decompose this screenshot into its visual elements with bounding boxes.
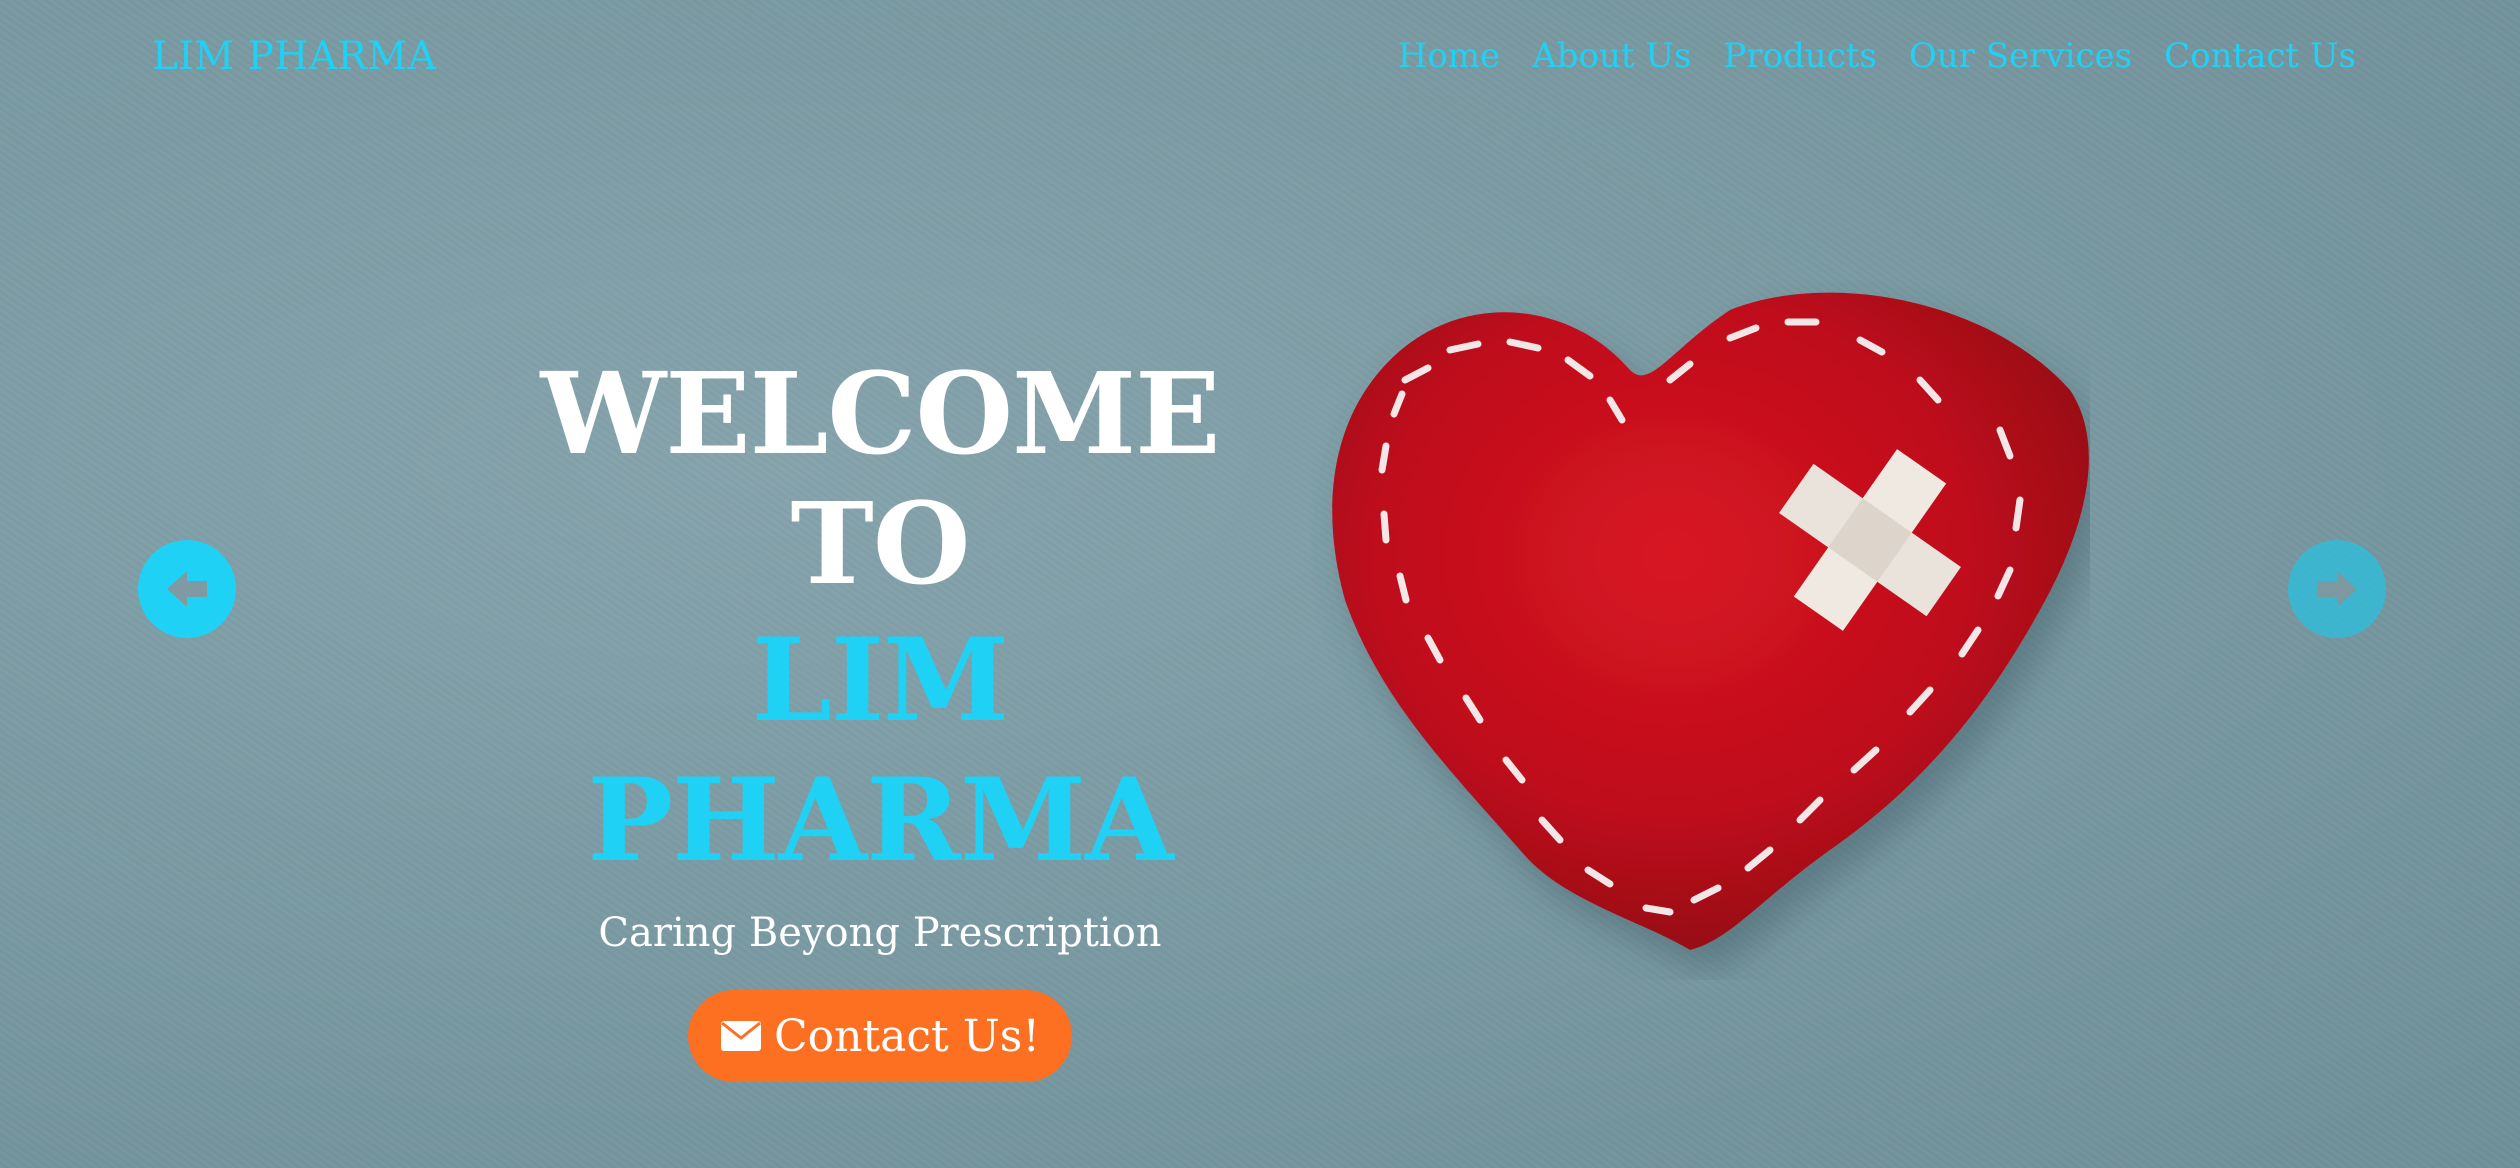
- arrow-left-icon: [167, 571, 207, 607]
- nav-link-our-services[interactable]: Our Services: [1909, 36, 2132, 76]
- navbar: LIM PHARMA Home About Us Products Our Se…: [0, 0, 2520, 120]
- brand-logo[interactable]: LIM PHARMA: [152, 34, 437, 79]
- nav-link-about-us[interactable]: About Us: [1532, 36, 1691, 76]
- carousel-prev-button[interactable]: [138, 540, 236, 638]
- nav-link-contact-us[interactable]: Contact Us: [2164, 36, 2356, 76]
- contact-us-button-label: Contact Us!: [773, 1010, 1041, 1062]
- carousel-next-button[interactable]: [2288, 540, 2386, 638]
- envelope-icon: [720, 1021, 761, 1051]
- nav-link-home[interactable]: Home: [1398, 36, 1500, 76]
- hero-heading-line1: WELCOME TO: [540, 349, 1221, 610]
- heart-illustration: [1332, 292, 2089, 950]
- nav-links: Home About Us Products Our Services Cont…: [1366, 36, 2356, 76]
- arrow-right-icon: [2317, 571, 2357, 607]
- hero-content: WELCOME TO LIM PHARMA Caring Beyong Pres…: [460, 350, 1300, 1082]
- hero-section: LIM PHARMA Home About Us Products Our Se…: [0, 0, 2520, 1168]
- contact-us-button[interactable]: Contact Us!: [687, 990, 1073, 1082]
- hero-heading-line2: LIM PHARMA: [587, 613, 1173, 887]
- nav-link-products[interactable]: Products: [1723, 36, 1876, 76]
- heart-bandage-image: [1310, 280, 2090, 980]
- hero-tagline: Caring Beyong Prescription: [598, 910, 1162, 956]
